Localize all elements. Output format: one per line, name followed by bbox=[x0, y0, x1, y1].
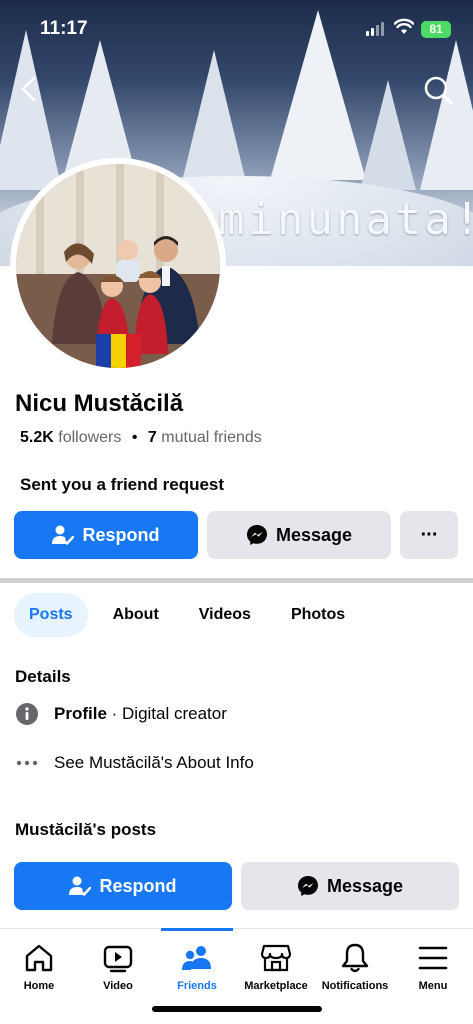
posts-message-label: Message bbox=[326, 875, 404, 896]
respond-button[interactable]: Respond bbox=[14, 511, 198, 559]
menu-icon bbox=[418, 946, 448, 970]
nav-notifications-label: Notifications bbox=[321, 980, 389, 992]
more-options-button[interactable]: ··· bbox=[400, 511, 458, 559]
stats-separator: • bbox=[131, 429, 138, 446]
tab-videos[interactable]: Videos bbox=[184, 593, 266, 637]
profile-avatar[interactable] bbox=[10, 158, 226, 374]
respond-label: Respond bbox=[82, 524, 160, 545]
profile-type-value: · Digital creator bbox=[106, 704, 227, 723]
person-check-icon bbox=[52, 525, 75, 545]
tab-photos[interactable]: Photos bbox=[276, 593, 360, 637]
marketplace-icon bbox=[260, 944, 292, 972]
posts-respond-label: Respond bbox=[99, 875, 177, 896]
profile-type-label: Profile bbox=[54, 704, 107, 723]
status-bar: 11:17 81 bbox=[0, 0, 473, 60]
details-heading: Details bbox=[15, 667, 71, 686]
nav-friends-label: Friends bbox=[177, 980, 217, 992]
video-icon bbox=[103, 945, 133, 973]
messenger-icon bbox=[297, 876, 318, 896]
messenger-icon bbox=[246, 525, 267, 545]
signal-icon bbox=[366, 22, 384, 36]
home-icon bbox=[25, 944, 53, 972]
ellipsis-icon bbox=[15, 751, 39, 775]
profile-name: Nicu Mustăcilă bbox=[15, 390, 184, 417]
posts-heading: Mustăcilă's posts bbox=[15, 820, 157, 839]
mutual-label[interactable]: mutual friends bbox=[161, 429, 262, 446]
cover-text: minunata! bbox=[218, 194, 473, 245]
profile-tabs: Posts About Videos Photos bbox=[14, 593, 370, 637]
home-indicator bbox=[152, 1006, 322, 1012]
nav-home[interactable]: Home bbox=[0, 929, 79, 999]
status-time: 11:17 bbox=[40, 18, 88, 39]
battery-indicator: 81 bbox=[421, 21, 451, 38]
about-info-link[interactable]: See Mustăcilă's About Info bbox=[54, 753, 254, 773]
profile-photo bbox=[16, 164, 220, 368]
posts-message-button[interactable]: Message bbox=[241, 862, 459, 910]
about-info-row[interactable]: See Mustăcilă's About Info bbox=[15, 751, 254, 775]
section-divider bbox=[0, 578, 473, 583]
profile-type-row: Profile · Digital creator bbox=[15, 702, 227, 726]
nav-menu-label: Menu bbox=[418, 980, 448, 992]
nav-marketplace[interactable]: Marketplace bbox=[236, 929, 316, 999]
nav-notifications[interactable]: Notifications bbox=[315, 929, 395, 999]
mutual-count[interactable]: 7 bbox=[148, 429, 157, 446]
friends-icon bbox=[182, 946, 211, 970]
friend-request-text: Sent you a friend request bbox=[20, 475, 225, 494]
followers-count[interactable]: 5.2K bbox=[20, 429, 54, 446]
nav-video-label: Video bbox=[103, 980, 133, 992]
message-button[interactable]: Message bbox=[207, 511, 391, 559]
person-check-icon bbox=[69, 876, 92, 896]
nav-home-label: Home bbox=[23, 980, 55, 992]
nav-video[interactable]: Video bbox=[78, 929, 158, 999]
followers-label[interactable]: followers bbox=[58, 429, 121, 446]
tab-about[interactable]: About bbox=[98, 593, 174, 637]
search-icon[interactable] bbox=[420, 72, 456, 108]
info-icon bbox=[15, 702, 39, 726]
tab-posts[interactable]: Posts bbox=[14, 593, 88, 637]
back-icon[interactable] bbox=[14, 72, 44, 106]
profile-stats: 5.2K followers • 7 mutual friends bbox=[20, 429, 262, 447]
posts-respond-button[interactable]: Respond bbox=[14, 862, 232, 910]
nav-menu[interactable]: Menu bbox=[393, 929, 473, 999]
nav-friends[interactable]: Friends bbox=[157, 929, 237, 999]
message-label: Message bbox=[275, 524, 353, 545]
more-icon: ··· bbox=[420, 523, 439, 546]
nav-marketplace-label: Marketplace bbox=[244, 980, 308, 992]
wifi-icon bbox=[394, 18, 414, 34]
bell-icon bbox=[341, 943, 369, 973]
